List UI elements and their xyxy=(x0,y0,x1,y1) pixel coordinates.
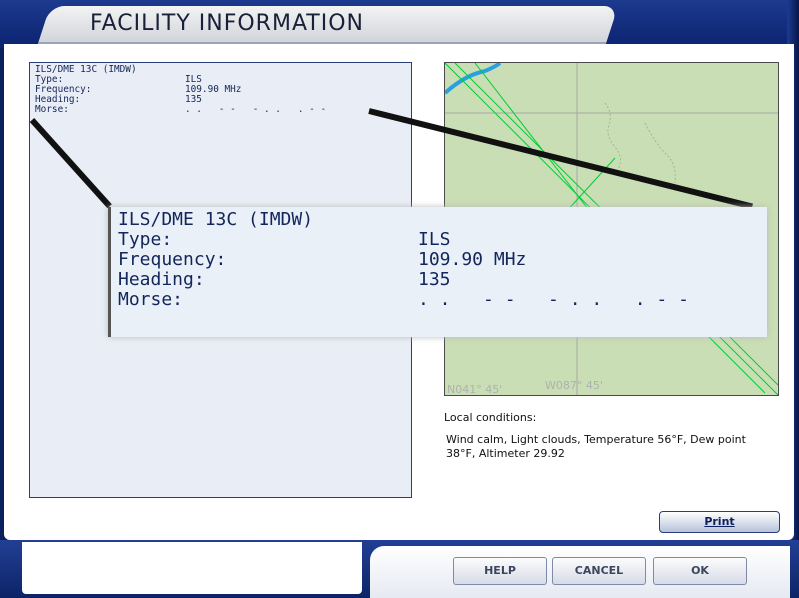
magnified-row-frequency: Frequency: 109.90 MHz xyxy=(118,249,527,270)
info-row-morse: Morse:. . - - - . . . - - xyxy=(35,104,327,115)
magnified-row-morse: Morse:. . - - - . . . - - xyxy=(118,289,689,310)
conditions-label: Local conditions: xyxy=(444,411,537,424)
map-longitude-label: W087° 45' xyxy=(545,379,603,392)
cancel-button[interactable]: CANCEL xyxy=(552,557,646,585)
conditions-text: Wind calm, Light clouds, Temperature 56°… xyxy=(446,433,746,460)
facility-info-text: ILS/DME 13C (IMDW) Type: ILS Frequency: 10… xyxy=(35,65,326,115)
magnified-row-type: Type: ILS xyxy=(118,229,451,250)
map-latitude-label: N041° 45' xyxy=(447,383,503,396)
window-title: FACILITY INFORMATION xyxy=(90,11,364,36)
help-button[interactable]: HELP xyxy=(453,557,547,585)
ok-button[interactable]: OK xyxy=(653,557,747,585)
status-area xyxy=(22,542,362,594)
facility-name: ILS/DME 13C (IMDW) xyxy=(35,64,137,75)
magnified-info-text: ILS/DME 13C (IMDW) Type: ILS Frequency: 10… xyxy=(118,210,689,310)
magnified-row-heading: Heading: 135 xyxy=(118,269,451,290)
print-button[interactable]: Print xyxy=(659,511,780,533)
print-button-label: Print xyxy=(704,515,735,528)
magnified-facility-name: ILS/DME 13C (IMDW) xyxy=(118,209,314,230)
